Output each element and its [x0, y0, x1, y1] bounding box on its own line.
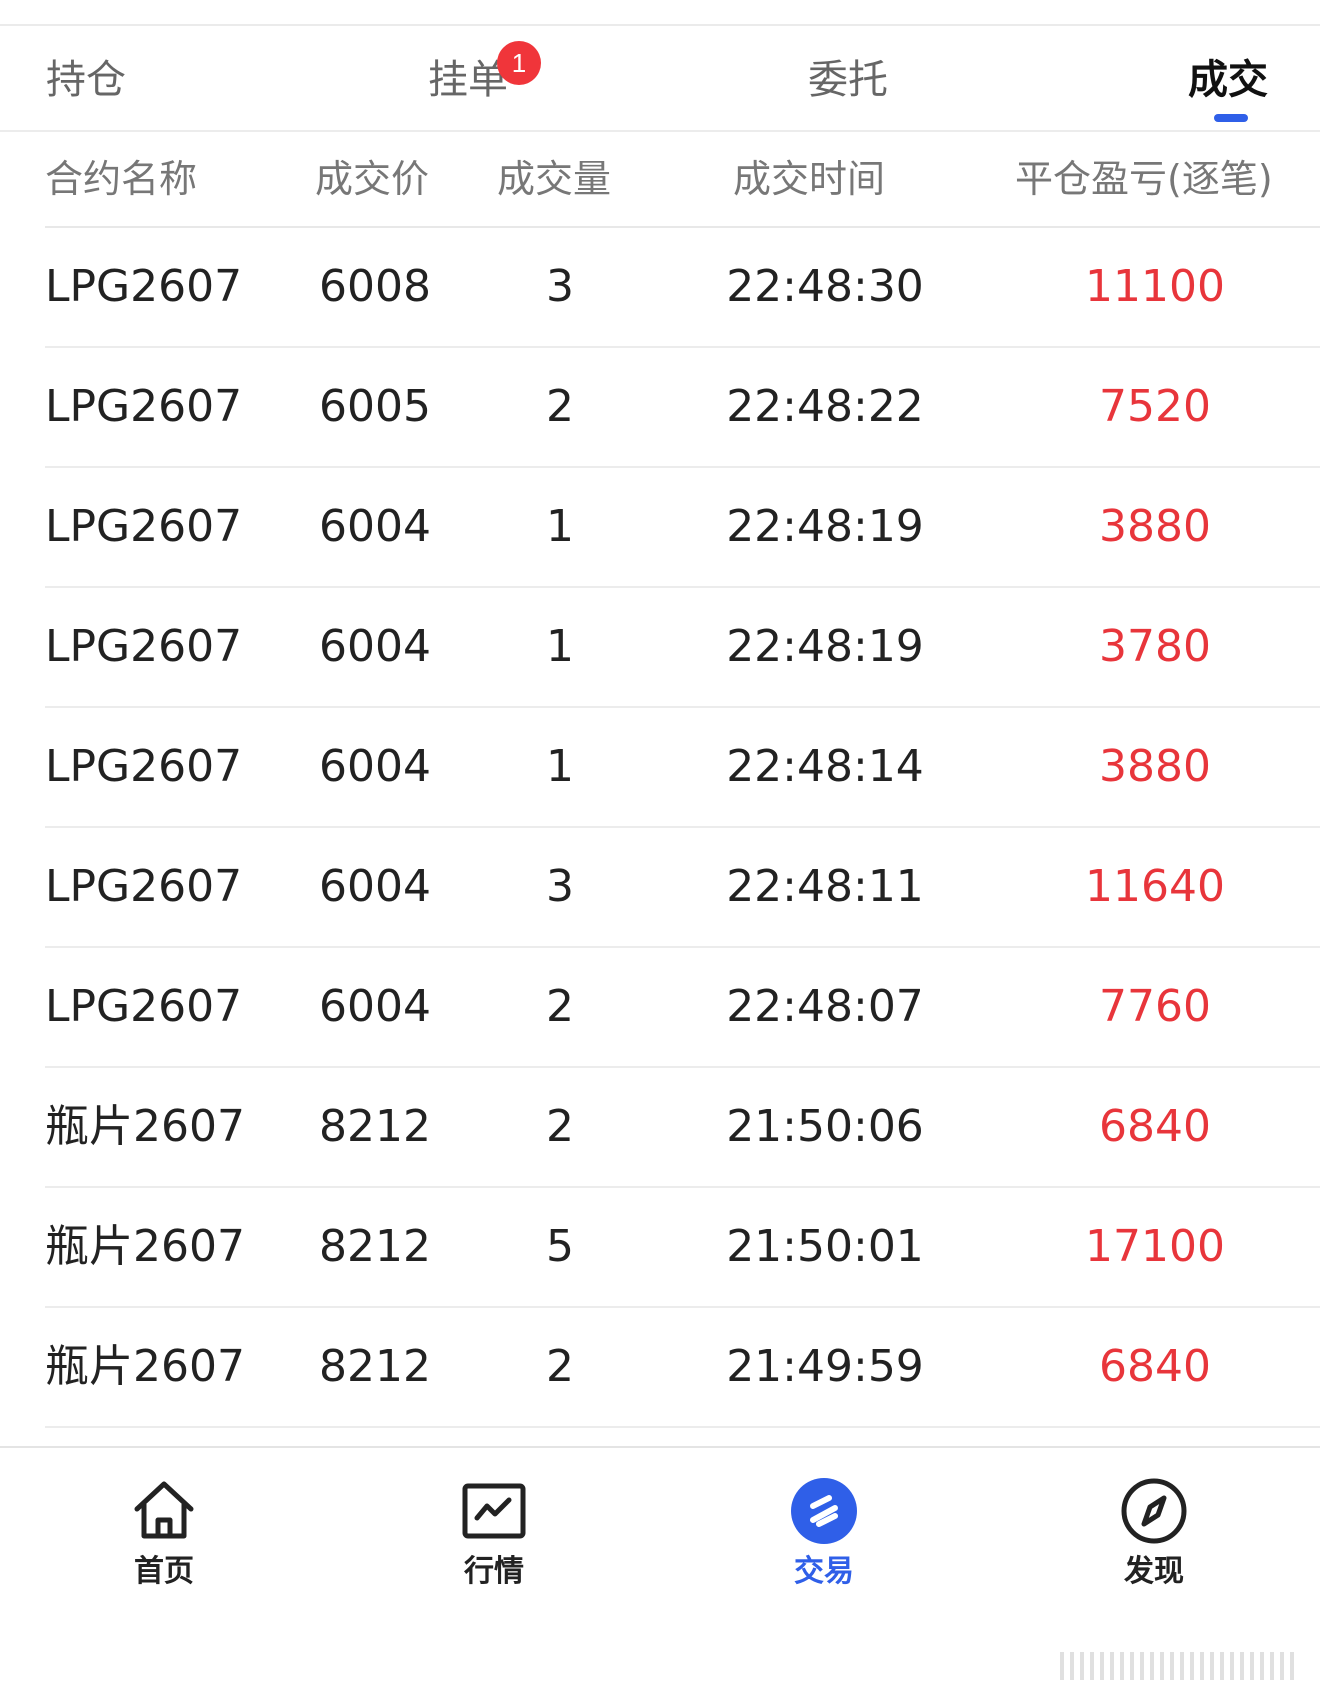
nav-trade-label: 交易 — [794, 1554, 854, 1589]
cell-pnl: 17100 — [1085, 1221, 1225, 1272]
cell-contract: LPG2607 — [45, 261, 243, 312]
cell-price: 8212 — [319, 1101, 431, 1152]
nav-market[interactable]: 行情 — [414, 1470, 574, 1590]
cell-pnl: 11100 — [1085, 261, 1225, 312]
cell-contract: LPG2607 — [45, 501, 243, 552]
cell-volume: 3 — [546, 261, 574, 312]
cell-time: 21:50:01 — [726, 1221, 924, 1272]
cell-pnl: 3880 — [1099, 741, 1211, 792]
cell-volume: 1 — [546, 621, 574, 672]
header-contract-name: 合约名称 — [45, 157, 198, 201]
cell-volume: 2 — [546, 1101, 574, 1152]
cell-pnl: 3880 — [1099, 501, 1211, 552]
cell-time: 22:48:11 — [726, 861, 924, 912]
cell-volume: 2 — [546, 1341, 574, 1392]
table-row[interactable]: 瓶片2607 8212 2 21:50:06 6840 — [45, 1068, 1320, 1188]
cell-price: 8212 — [319, 1341, 431, 1392]
table-row[interactable]: LPG2607 6008 3 22:48:30 11100 — [45, 228, 1320, 348]
nav-home-label: 首页 — [134, 1554, 194, 1589]
cell-volume: 1 — [546, 501, 574, 552]
cell-contract: LPG2607 — [45, 861, 243, 912]
tab-bar: 持仓 挂单 1 委托 成交 — [0, 26, 1320, 132]
cell-price: 6004 — [319, 501, 431, 552]
tab-trades[interactable]: 成交 — [1188, 52, 1268, 108]
cell-time: 21:50:06 — [726, 1101, 924, 1152]
header-close-pnl: 平仓盈亏(逐笔) — [1015, 157, 1273, 201]
active-tab-indicator — [1214, 114, 1248, 122]
cell-contract: LPG2607 — [45, 981, 243, 1032]
cell-pnl: 6840 — [1099, 1341, 1211, 1392]
cell-time: 22:48:14 — [726, 741, 924, 792]
trade-icon — [791, 1478, 857, 1544]
nav-trade[interactable]: 交易 — [744, 1470, 904, 1590]
cell-contract: LPG2607 — [45, 381, 243, 432]
chart-icon — [462, 1483, 526, 1539]
cell-time: 22:48:07 — [726, 981, 924, 1032]
cell-pnl: 7520 — [1099, 381, 1211, 432]
table-header: 合约名称 成交价 成交量 成交时间 平仓盈亏(逐笔) — [45, 132, 1320, 228]
pending-orders-badge: 1 — [497, 41, 541, 85]
bottom-nav-divider — [0, 1446, 1320, 1448]
nav-home[interactable]: 首页 — [84, 1470, 244, 1590]
cell-volume: 2 — [546, 381, 574, 432]
nav-discover[interactable]: 发现 — [1074, 1470, 1234, 1590]
cell-pnl: 3780 — [1099, 621, 1211, 672]
cell-pnl: 11640 — [1085, 861, 1225, 912]
tab-positions[interactable]: 持仓 — [46, 52, 126, 108]
cell-volume: 3 — [546, 861, 574, 912]
cell-volume: 1 — [546, 741, 574, 792]
cell-price: 6004 — [319, 741, 431, 792]
watermark-bars — [1060, 1652, 1300, 1680]
compass-icon — [1121, 1478, 1187, 1544]
table-row[interactable]: LPG2607 6004 1 22:48:14 3880 — [45, 708, 1320, 828]
nav-market-label: 行情 — [464, 1554, 524, 1589]
table-row[interactable]: LPG2607 6004 1 22:48:19 3880 — [45, 468, 1320, 588]
cell-time: 21:49:59 — [726, 1341, 924, 1392]
cell-price: 8212 — [319, 1221, 431, 1272]
table-row[interactable]: LPG2607 6004 3 22:48:11 11640 — [45, 828, 1320, 948]
tab-pending-orders[interactable]: 挂单 — [428, 52, 508, 108]
cell-volume: 2 — [546, 981, 574, 1032]
cell-contract: 瓶片2607 — [45, 1221, 245, 1272]
table-row[interactable]: 瓶片2607 8212 5 21:50:01 17100 — [45, 1188, 1320, 1308]
home-icon — [134, 1481, 194, 1539]
cell-pnl: 7760 — [1099, 981, 1211, 1032]
cell-price: 6004 — [319, 981, 431, 1032]
cell-time: 22:48:22 — [726, 381, 924, 432]
table-row[interactable]: LPG2607 6004 2 22:48:07 7760 — [45, 948, 1320, 1068]
cell-price: 6008 — [319, 261, 431, 312]
cell-time: 22:48:19 — [726, 621, 924, 672]
table-row[interactable]: 瓶片2607 8212 2 21:49:59 6840 — [45, 1308, 1320, 1428]
table-row[interactable]: LPG2607 6005 2 22:48:22 7520 — [45, 348, 1320, 468]
cell-contract: LPG2607 — [45, 621, 243, 672]
tab-orders[interactable]: 委托 — [808, 52, 888, 108]
table-row[interactable]: LPG2607 6004 1 22:48:19 3780 — [45, 588, 1320, 708]
header-trade-price: 成交价 — [315, 157, 430, 201]
cell-contract: 瓶片2607 — [45, 1341, 245, 1392]
cell-price: 6004 — [319, 621, 431, 672]
cell-contract: LPG2607 — [45, 741, 243, 792]
cell-price: 6005 — [319, 381, 431, 432]
header-trade-time: 成交时间 — [733, 157, 886, 201]
cell-time: 22:48:30 — [726, 261, 924, 312]
cell-pnl: 6840 — [1099, 1101, 1211, 1152]
header-trade-volume: 成交量 — [497, 157, 612, 201]
cell-contract: 瓶片2607 — [45, 1101, 245, 1152]
cell-time: 22:48:19 — [726, 501, 924, 552]
nav-discover-label: 发现 — [1124, 1554, 1184, 1589]
cell-price: 6004 — [319, 861, 431, 912]
cell-volume: 5 — [546, 1221, 574, 1272]
